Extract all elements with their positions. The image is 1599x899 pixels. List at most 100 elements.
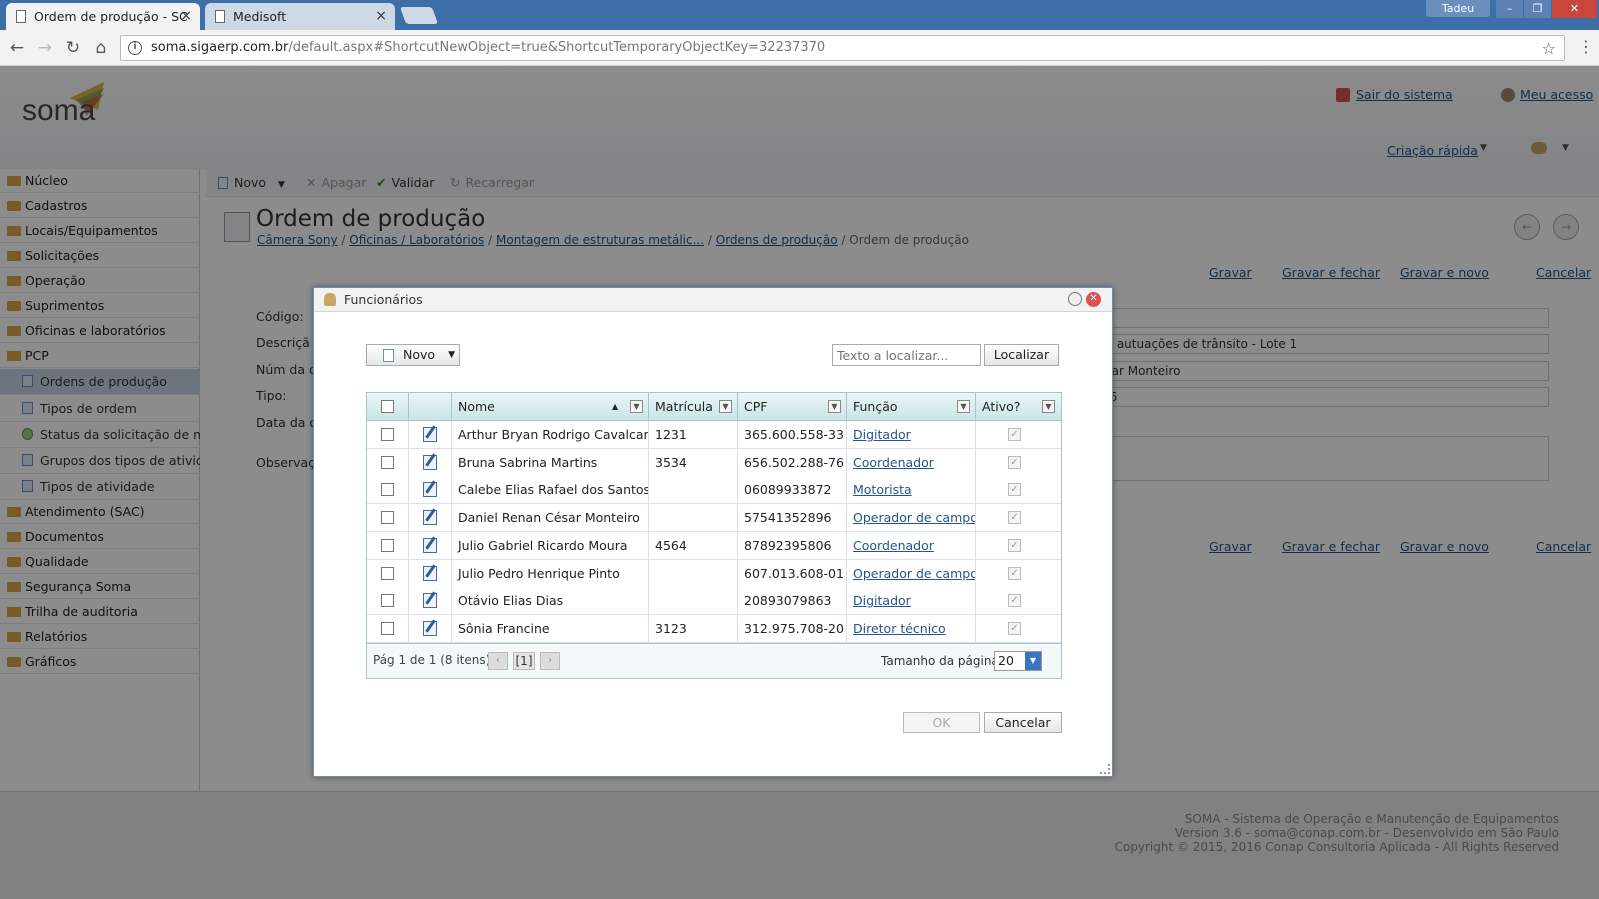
- search-button[interactable]: Localizar: [984, 344, 1059, 366]
- dialog-new-button[interactable]: Novo ▼: [366, 344, 460, 366]
- active-checkbox: ✓: [1008, 483, 1021, 497]
- edit-icon[interactable]: [423, 620, 437, 636]
- edit-icon[interactable]: [423, 537, 437, 553]
- grid-header: Nome ▲ ▼ Matrícula ▼ CPF ▼ Função ▼ Ativo? ▼: [367, 393, 1061, 421]
- info-icon[interactable]: i: [128, 41, 142, 55]
- column-menu-icon[interactable]: ▼: [719, 400, 732, 413]
- cell-funcao-link[interactable]: Motorista: [847, 476, 976, 505]
- row-edit-cell: [409, 504, 452, 533]
- cell-nome: Arthur Bryan Rodrigo Cavalcanti: [452, 421, 649, 449]
- column-menu-icon[interactable]: ▼: [957, 400, 970, 413]
- row-checkbox[interactable]: [381, 566, 394, 580]
- row-select-cell: [367, 421, 409, 449]
- table-row[interactable]: Calebe Elias Rafael dos Santos 0608993387…: [367, 476, 1061, 505]
- edit-icon[interactable]: [423, 565, 437, 581]
- active-checkbox: ✓: [1008, 538, 1021, 552]
- grid-pager: Pág 1 de 1 (8 itens) ‹ [1] › Tamanho da …: [367, 643, 1061, 678]
- cell-funcao-link[interactable]: Operador de campo: [847, 504, 976, 533]
- cell-funcao-link[interactable]: Diretor técnico: [847, 614, 976, 643]
- maximize-icon[interactable]: [1068, 292, 1082, 306]
- document-icon: [383, 349, 394, 362]
- url-field[interactable]: i soma.sigaerp.com.br/default.aspx#Short…: [120, 35, 1565, 61]
- pager-current-page[interactable]: [1]: [513, 652, 535, 670]
- cell-nome: Calebe Elias Rafael dos Santos: [452, 476, 649, 505]
- cell-matricula: [649, 476, 738, 505]
- search-input[interactable]: [832, 344, 981, 366]
- browser-menu-icon[interactable]: ⋮: [1578, 37, 1594, 56]
- column-header-matricula[interactable]: Matrícula ▼: [649, 393, 738, 421]
- minimize-button[interactable]: –: [1496, 0, 1523, 18]
- row-select-cell: [367, 448, 409, 477]
- browser-tab-active[interactable]: Ordem de produção - SC ×: [6, 3, 200, 30]
- row-checkbox[interactable]: [381, 538, 394, 552]
- page-icon: [16, 10, 26, 23]
- table-row[interactable]: Julio Pedro Henrique Pinto 607.013.608-01…: [367, 559, 1061, 588]
- cell-ativo: ✓: [976, 504, 1061, 532]
- table-row[interactable]: Bruna Sabrina Martins 3534 656.502.288-76 C…: [367, 448, 1061, 477]
- cancel-button[interactable]: Cancelar: [984, 712, 1062, 733]
- reload-icon[interactable]: ↻: [62, 37, 84, 59]
- row-checkbox[interactable]: [381, 428, 394, 441]
- close-icon[interactable]: ✕: [1086, 292, 1101, 307]
- column-header-label: CPF: [744, 399, 768, 414]
- edit-icon[interactable]: [423, 454, 437, 470]
- home-icon[interactable]: ⌂: [90, 37, 112, 59]
- edit-icon[interactable]: [423, 510, 437, 526]
- table-row[interactable]: Otávio Elias Dias 20893079863 Digitador ✓: [367, 587, 1061, 616]
- row-select-cell: [367, 504, 409, 533]
- table-row[interactable]: Sônia Francine 3123 312.975.708-20 Diretor …: [367, 614, 1061, 643]
- row-edit-cell: [409, 421, 452, 449]
- row-select-cell: [367, 531, 409, 560]
- column-menu-icon[interactable]: ▼: [630, 400, 643, 413]
- active-checkbox: ✓: [1008, 566, 1021, 580]
- row-checkbox[interactable]: [381, 594, 394, 608]
- bookmark-star-icon[interactable]: ☆: [1542, 37, 1556, 60]
- maximize-button[interactable]: ❐: [1524, 0, 1551, 18]
- forward-icon[interactable]: →: [34, 37, 56, 59]
- cell-nome: Bruna Sabrina Martins: [452, 448, 649, 477]
- cell-funcao-link[interactable]: Operador de campo: [847, 559, 976, 588]
- pager-next-button[interactable]: ›: [540, 652, 560, 670]
- back-icon[interactable]: ←: [6, 37, 28, 59]
- edit-icon[interactable]: [423, 482, 437, 498]
- table-row[interactable]: Arthur Bryan Rodrigo Cavalcanti 1231 365.6…: [367, 421, 1061, 449]
- column-header-funcao[interactable]: Função ▼: [847, 393, 976, 421]
- table-row[interactable]: Julio Gabriel Ricardo Moura 4564 878923958…: [367, 531, 1061, 560]
- chevron-down-icon[interactable]: ▼: [1025, 652, 1041, 670]
- row-checkbox[interactable]: [381, 483, 394, 497]
- column-header-cpf[interactable]: CPF ▼: [738, 393, 847, 421]
- cell-nome: Daniel Renan César Monteiro: [452, 504, 649, 533]
- column-header-nome[interactable]: Nome ▲ ▼: [452, 393, 649, 421]
- cell-funcao-link[interactable]: Digitador: [847, 587, 976, 616]
- browser-tab-medisoft[interactable]: Medisoft ×: [205, 3, 395, 30]
- pager-prev-button[interactable]: ‹: [488, 652, 508, 670]
- table-row[interactable]: Daniel Renan César Monteiro 57541352896 Op…: [367, 504, 1061, 533]
- browser-tab-bar: Ordem de produção - SC × Medisoft × Tade…: [0, 0, 1599, 30]
- page-size-value: 20: [998, 653, 1014, 668]
- row-checkbox[interactable]: [381, 621, 394, 635]
- cell-ativo: ✓: [976, 532, 1061, 560]
- chevron-down-icon[interactable]: ▼: [448, 345, 455, 365]
- cell-funcao-link[interactable]: Digitador: [847, 421, 976, 449]
- edit-icon[interactable]: [423, 593, 437, 609]
- row-checkbox[interactable]: [381, 511, 394, 525]
- tab-close-icon[interactable]: ×: [375, 3, 387, 30]
- column-menu-icon[interactable]: ▼: [1042, 400, 1055, 413]
- employee-icon: [324, 293, 336, 306]
- resize-grip-icon[interactable]: [1100, 764, 1110, 774]
- column-header-ativo[interactable]: Ativo? ▼: [976, 393, 1061, 421]
- new-tab-button[interactable]: [399, 7, 439, 24]
- tab-close-icon[interactable]: ×: [180, 3, 192, 30]
- row-checkbox[interactable]: [381, 455, 394, 469]
- browser-user-badge[interactable]: Tadeu: [1426, 0, 1490, 17]
- edit-icon[interactable]: [423, 427, 437, 442]
- cell-ativo: ✓: [976, 449, 1061, 477]
- cell-funcao-link[interactable]: Coordenador: [847, 531, 976, 560]
- ok-button[interactable]: OK: [903, 712, 980, 733]
- cell-funcao-link[interactable]: Coordenador: [847, 448, 976, 477]
- active-checkbox: ✓: [1008, 511, 1021, 525]
- close-window-button[interactable]: ✕: [1552, 0, 1597, 18]
- column-menu-icon[interactable]: ▼: [828, 400, 841, 413]
- select-all-checkbox[interactable]: [381, 400, 394, 413]
- page-size-select[interactable]: 20 ▼: [994, 651, 1042, 671]
